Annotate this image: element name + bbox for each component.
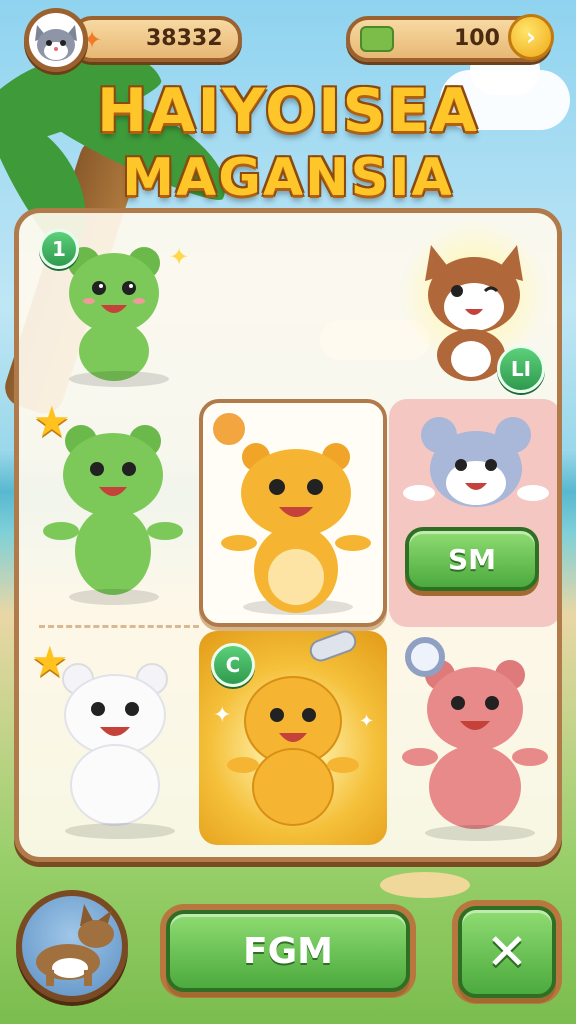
close-button[interactable]: ✕ <box>458 906 556 998</box>
game-title-line2: MAGANSIA <box>122 148 454 208</box>
yellow-hamster-icon <box>221 443 371 613</box>
score-value: 38332 <box>146 26 223 51</box>
cell-yellow-hamster-selected[interactable] <box>199 399 387 627</box>
sparkle-icon: ✦ <box>359 711 375 732</box>
star-icon: ★ <box>31 637 69 686</box>
cat-face-icon <box>35 25 77 61</box>
brush-icon <box>306 627 360 665</box>
blue-grey-mouse-icon <box>403 417 549 507</box>
character-grid-panel: 1 ✦ LI ★ SM ★ ✦ ✦ C <box>14 208 562 862</box>
cell-pink-bear[interactable] <box>391 637 557 847</box>
level-badge-li: LI <box>497 345 545 393</box>
dog-portrait-icon <box>36 904 114 986</box>
level-badge-1: 1 <box>39 229 79 269</box>
game-title-line1: HAIYOISEA <box>96 76 480 146</box>
yellow-hamster-icon <box>227 676 359 826</box>
gear-ring-icon <box>405 637 445 677</box>
cash-icon <box>360 26 394 52</box>
pet-portrait-button[interactable] <box>16 890 128 1002</box>
sm-button[interactable]: SM <box>405 527 539 591</box>
gold-coin-icon[interactable]: › <box>508 14 554 60</box>
player-avatar[interactable] <box>24 8 88 72</box>
sparkle-icon: ✦ <box>213 703 232 728</box>
close-button-frame: ✕ <box>452 900 562 1004</box>
sparkle-icon: ✦ <box>169 243 190 271</box>
coins-value: 100 <box>454 26 500 51</box>
star-icon: ★ <box>33 397 71 446</box>
fgm-button[interactable]: FGM <box>166 910 410 992</box>
level-badge-c: C <box>211 643 255 687</box>
score-pill: ✦ 38332 <box>70 16 242 62</box>
sand-patch <box>380 872 470 898</box>
fgm-button-frame: FGM <box>160 904 416 998</box>
cell-blue-grey-mouse[interactable]: SM <box>389 399 557 627</box>
close-x-icon: ✕ <box>486 923 528 981</box>
divider <box>39 625 199 628</box>
